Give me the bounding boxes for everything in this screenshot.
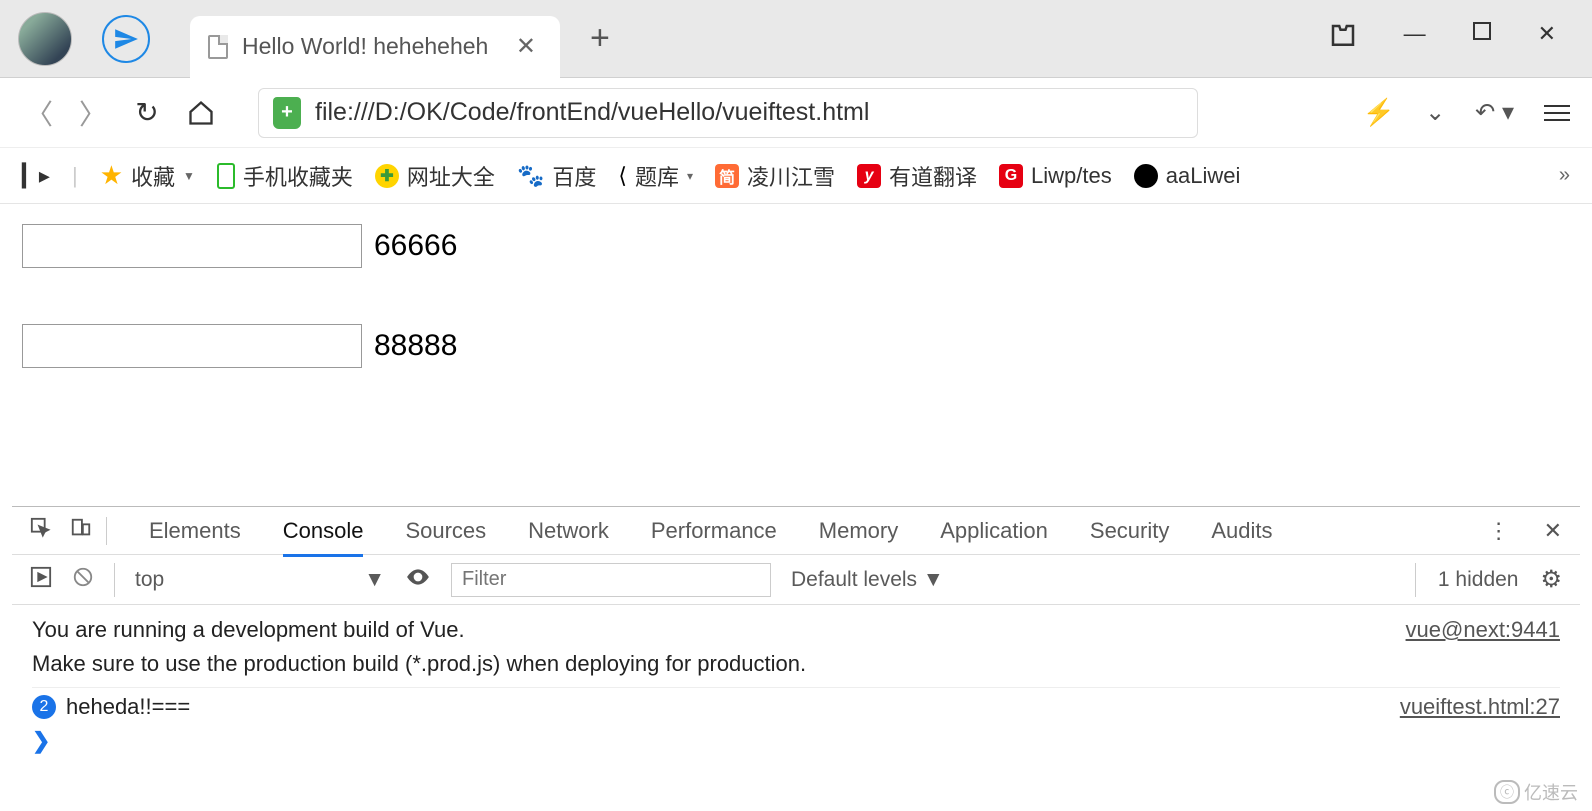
minimize-button[interactable]: — (1404, 21, 1426, 57)
bolt-icon[interactable]: ⚡ (1363, 97, 1395, 128)
clear-console-icon[interactable] (72, 566, 94, 594)
devtools-more-icon[interactable]: ⋮ (1488, 518, 1510, 544)
context-selector[interactable]: top▼ (135, 568, 385, 592)
url-text: file:///D:/OK/Code/frontEnd/vueHello/vue… (315, 98, 869, 127)
log-source[interactable]: vueiftest.html:27 (1400, 694, 1560, 720)
row-2: 88888 (22, 324, 1570, 368)
value-2: 88888 (374, 329, 457, 363)
value-1: 66666 (374, 229, 457, 263)
tab-application[interactable]: Application (940, 518, 1048, 544)
github-icon (1134, 164, 1158, 188)
console-play-icon[interactable] (30, 566, 52, 594)
back-button[interactable]: 〈 (22, 96, 56, 130)
bookmarks-bar: ▎▸ | ★收藏▼ 手机收藏夹 ✚网址大全 🐾百度 ⟨题库 ▾ 简凌川江雪 y有… (0, 148, 1592, 204)
browser-tab[interactable]: Hello World! heheheheh ✕ (190, 16, 560, 78)
send-icon[interactable] (102, 15, 150, 63)
devtools-panel: Elements Console Sources Network Perform… (12, 506, 1580, 811)
mobile-favorites[interactable]: 手机收藏夹 (217, 160, 353, 192)
tab-audits[interactable]: Audits (1211, 518, 1272, 544)
devbar-icon[interactable]: ▎▸ (22, 163, 50, 189)
menu-icon[interactable] (1544, 105, 1570, 121)
address-bar: 〈 〉 ↻ + file:///D:/OK/Code/frontEnd/vueH… (0, 78, 1592, 148)
profile-avatar[interactable] (18, 12, 72, 66)
tiku-icon: ⟨ (618, 163, 627, 189)
tab-memory[interactable]: Memory (819, 518, 898, 544)
tab-elements[interactable]: Elements (149, 518, 241, 544)
jian-icon: 简 (715, 164, 739, 188)
console-output: You are running a development build of V… (12, 605, 1580, 811)
log-text: You are running a development build of V… (32, 617, 1406, 643)
youdao-icon: y (857, 164, 881, 188)
browser-title-bar: Hello World! heheheheh ✕ + — ✕ (0, 0, 1592, 78)
log-text: heheda!!=== (66, 694, 1400, 720)
log-text: Make sure to use the production build (*… (32, 651, 1560, 677)
360-icon: ✚ (375, 164, 399, 188)
home-button[interactable] (184, 96, 218, 130)
shield-icon: + (273, 97, 301, 129)
devtools-tabs: Elements Console Sources Network Perform… (12, 507, 1580, 555)
bookmark-jian[interactable]: 简凌川江雪 (715, 160, 835, 192)
log-line: Make sure to use the production build (*… (32, 647, 1560, 681)
bookmark-360[interactable]: ✚网址大全 (375, 160, 495, 192)
reload-button[interactable]: ↻ (130, 96, 164, 130)
maximize-button[interactable] (1472, 21, 1492, 57)
bookmarks-more[interactable]: » (1559, 164, 1570, 187)
gear-icon[interactable]: ⚙ (1540, 565, 1562, 594)
eye-icon[interactable] (405, 564, 431, 596)
log-line: 2 heheda!!=== vueiftest.html:27 (32, 687, 1560, 724)
tab-title: Hello World! heheheheh (242, 33, 496, 60)
console-toolbar: top▼ Default levels ▼ 1 hidden ⚙ (12, 555, 1580, 605)
forward-button[interactable]: 〉 (76, 96, 110, 130)
phone-icon (217, 163, 235, 189)
inspect-icon[interactable] (30, 517, 52, 545)
liwp-icon: G (999, 164, 1023, 188)
log-source[interactable]: vue@next:9441 (1406, 617, 1560, 643)
url-box[interactable]: + file:///D:/OK/Code/frontEnd/vueHello/v… (258, 88, 1198, 138)
window-controls: — ✕ (1328, 21, 1592, 57)
devtools-close-icon[interactable]: ✕ (1544, 518, 1562, 544)
bookmark-liwp[interactable]: GLiwp/tes (999, 163, 1112, 189)
log-line: You are running a development build of V… (32, 613, 1560, 647)
close-tab-icon[interactable]: ✕ (510, 32, 542, 61)
tab-performance[interactable]: Performance (651, 518, 777, 544)
baidu-icon: 🐾 (517, 163, 544, 189)
tab-security[interactable]: Security (1090, 518, 1169, 544)
undo-icon[interactable]: ↶ ▾ (1475, 98, 1514, 127)
watermark: ⓒ亿速云 (1494, 779, 1578, 805)
tab-sources[interactable]: Sources (405, 518, 486, 544)
bookmark-youdao[interactable]: y有道翻译 (857, 160, 977, 192)
wardrobe-icon[interactable] (1328, 21, 1358, 57)
tab-network[interactable]: Network (528, 518, 609, 544)
bookmark-baidu[interactable]: 🐾百度 (517, 160, 596, 192)
chevron-down-icon[interactable]: ⌄ (1425, 98, 1445, 127)
new-tab-button[interactable]: + (590, 19, 610, 58)
page-content: 66666 88888 (0, 204, 1592, 444)
levels-selector[interactable]: Default levels ▼ (791, 568, 944, 592)
tab-console[interactable]: Console (283, 518, 364, 557)
star-icon: ★ (100, 160, 123, 191)
bookmark-tiku[interactable]: ⟨题库 ▾ (618, 160, 693, 192)
bookmark-github[interactable]: aaLiwei (1134, 163, 1241, 189)
close-window-button[interactable]: ✕ (1538, 21, 1556, 57)
row-1: 66666 (22, 224, 1570, 268)
console-prompt[interactable]: ❯ (32, 724, 1560, 758)
filter-input[interactable] (451, 563, 771, 597)
input-2[interactable] (22, 324, 362, 368)
favorites-button[interactable]: ★收藏▼ (100, 160, 195, 192)
log-count-badge: 2 (32, 695, 56, 719)
hidden-count: 1 hidden (1438, 568, 1519, 592)
page-icon (208, 35, 228, 59)
device-icon[interactable] (70, 517, 92, 545)
input-1[interactable] (22, 224, 362, 268)
